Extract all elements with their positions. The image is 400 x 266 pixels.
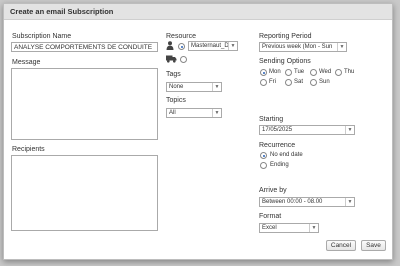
message-label: Message (12, 59, 41, 66)
recipients-label: Recipients (12, 146, 45, 153)
format-value: Excel (262, 225, 277, 231)
day-radio-sat[interactable] (285, 79, 292, 86)
resource-vehicle-radio[interactable] (180, 56, 187, 63)
day-label-sat: Sat (294, 79, 304, 85)
sending-options-label: Sending Options (259, 58, 311, 65)
tags-label: Tags (166, 71, 181, 78)
day-radio-thu[interactable] (335, 69, 342, 76)
day-radio-fri[interactable] (260, 79, 267, 86)
chevron-down-icon: ▼ (309, 224, 318, 232)
truck-icon (166, 55, 177, 63)
chevron-down-icon: ▼ (212, 83, 221, 91)
day-radio-mon[interactable] (260, 69, 267, 76)
chevron-down-icon: ▼ (212, 109, 221, 117)
chevron-down-icon: ▼ (345, 198, 354, 206)
day-radio-tue[interactable] (285, 69, 292, 76)
recipients-textarea[interactable] (11, 155, 158, 231)
tags-select[interactable]: None ▼ (166, 82, 222, 92)
resource-label: Resource (166, 33, 196, 40)
starting-label: Starting (259, 116, 284, 123)
message-textarea[interactable] (11, 68, 158, 140)
reporting-period-select[interactable]: Previous week (Mon - Sun ▼ (259, 42, 347, 52)
starting-date-input[interactable]: 17/05/2025 ▼ (259, 125, 355, 135)
recurrence-no-end-label: No end date (270, 152, 303, 158)
dialog-titlebar: Create an email Subscription (4, 4, 392, 20)
chevron-down-icon: ▼ (337, 43, 346, 51)
dialog-title: Create an email Subscription (10, 7, 114, 16)
reporting-period-value: Previous week (Mon - Sun (262, 44, 333, 50)
day-label-fri: Fri (269, 79, 276, 85)
recurrence-label: Recurrence (259, 142, 296, 149)
topics-select-value: All (169, 110, 176, 116)
arrive-by-value: Between 00:00 - 08.00 (262, 199, 323, 205)
day-label-mon: Mon (269, 69, 281, 75)
day-label-sun: Sun (319, 79, 330, 85)
topics-label: Topics (166, 97, 186, 104)
starting-date-value: 17/05/2025 (262, 127, 293, 133)
format-label: Format (259, 213, 282, 220)
subscription-name-input[interactable]: ANALYSE COMPORTEMENTS DE CONDUITE (11, 42, 158, 52)
resource-select[interactable]: Masternaut_Der ▼ (188, 41, 238, 51)
format-select[interactable]: Excel ▼ (259, 223, 319, 233)
recurrence-no-end-radio[interactable] (260, 152, 267, 159)
recurrence-ending-radio[interactable] (260, 162, 267, 169)
day-radio-sun[interactable] (310, 79, 317, 86)
resource-driver-radio[interactable] (178, 43, 185, 50)
day-label-tue: Tue (294, 69, 305, 75)
chevron-down-icon: ▼ (228, 42, 237, 50)
person-icon (166, 41, 174, 50)
cancel-button[interactable]: Cancel (326, 240, 356, 251)
chevron-down-icon: ▼ (345, 126, 354, 134)
day-radio-wed[interactable] (310, 69, 317, 76)
arrive-by-select[interactable]: Between 00:00 - 08.00 ▼ (259, 197, 355, 207)
topics-select[interactable]: All ▼ (166, 108, 222, 118)
arrive-by-label: Arrive by (259, 187, 287, 194)
tags-select-value: None (169, 84, 184, 90)
subscription-dialog: Create an email Subscription Subscriptio… (3, 3, 393, 260)
recurrence-ending-label: Ending (270, 162, 289, 168)
subscription-name-label: Subscription Name (12, 33, 72, 40)
save-button[interactable]: Save (361, 240, 386, 251)
day-label-wed: Wed (319, 69, 332, 75)
day-label-thu: Thu (344, 69, 355, 75)
reporting-period-label: Reporting Period (259, 33, 312, 40)
